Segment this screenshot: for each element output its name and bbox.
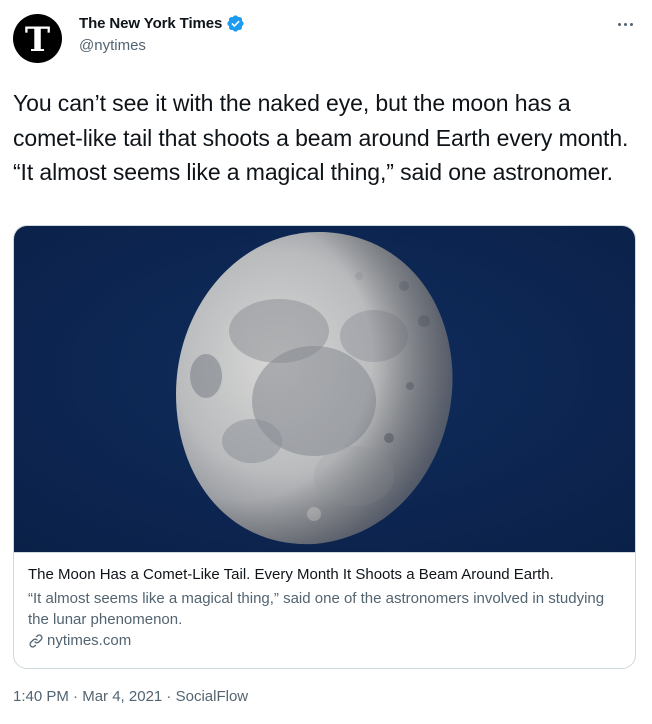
- moon-photo-image: [14, 226, 635, 552]
- tweet-text: You can’t see it with the naked eye, but…: [13, 90, 629, 185]
- card-domain: nytimes.com: [28, 632, 621, 649]
- tweet: T The New York Times @nytimes You can’t …: [0, 0, 652, 724]
- more-options-icon[interactable]: [612, 14, 638, 34]
- card-text-area: The Moon Has a Comet-Like Tail. Every Mo…: [14, 552, 635, 668]
- tweet-date[interactable]: Mar 4, 2021: [82, 688, 162, 705]
- card-description: “It almost seems like a magical thing,” …: [28, 590, 605, 628]
- meta-separator: ·: [68, 688, 83, 705]
- avatar[interactable]: T: [13, 14, 62, 63]
- link-preview-card[interactable]: The Moon Has a Comet-Like Tail. Every Mo…: [13, 225, 636, 669]
- tweet-time[interactable]: 1:40 PM: [13, 688, 69, 705]
- author-handle[interactable]: @nytimes: [79, 37, 146, 54]
- tweet-metadata: 1:40 PM · Mar 4, 2021 · SocialFlow: [13, 688, 248, 705]
- author-name-row: The New York Times: [79, 14, 245, 33]
- avatar-glyph: T: [24, 19, 51, 60]
- meta-separator: ·: [162, 688, 176, 705]
- card-domain-text: nytimes.com: [47, 632, 132, 649]
- link-icon: [28, 633, 44, 649]
- card-title: The Moon Has a Comet-Like Tail. Every Mo…: [28, 566, 554, 583]
- author-display-name[interactable]: The New York Times: [79, 15, 222, 32]
- tweet-source[interactable]: SocialFlow: [176, 688, 249, 705]
- verified-badge-icon: [226, 14, 245, 33]
